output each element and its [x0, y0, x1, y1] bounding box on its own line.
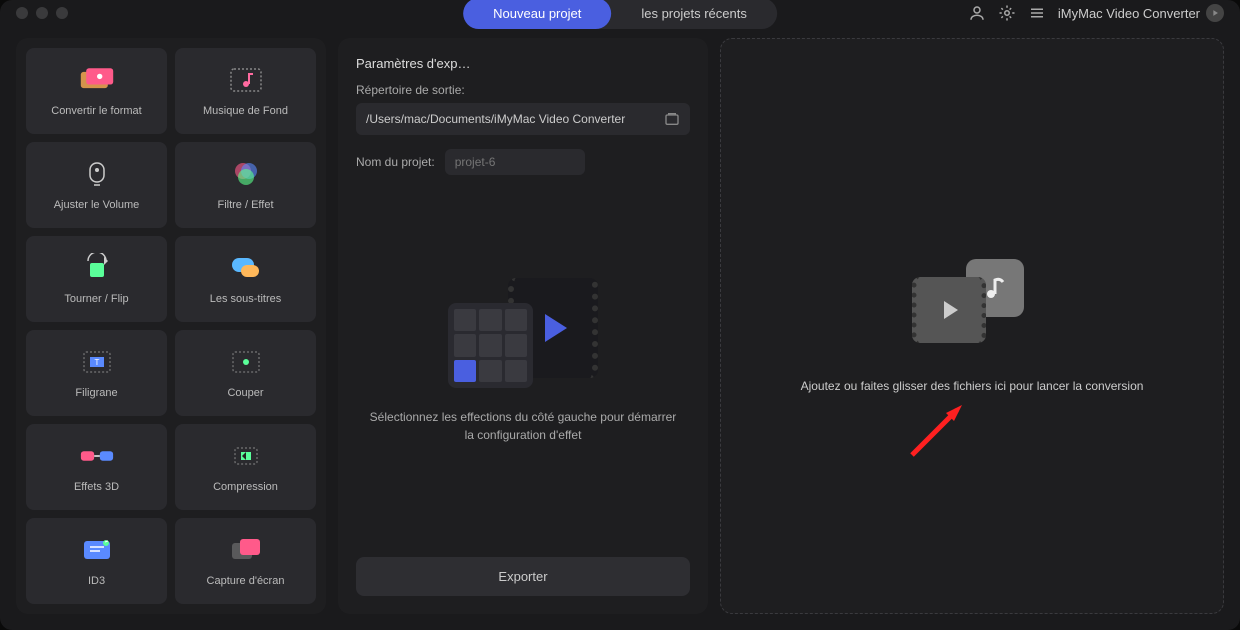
menu-icon[interactable] — [1028, 4, 1046, 22]
tool-screenshot[interactable]: Capture d'écran — [175, 518, 316, 604]
minimize-window-icon[interactable] — [36, 7, 48, 19]
annotation-arrow-icon — [902, 395, 972, 465]
tab-recent-projects[interactable]: les projets récents — [611, 0, 777, 29]
app-window: Nouveau projet les projets récents iMyMa… — [0, 0, 1240, 630]
tool-filter-effect[interactable]: Filtre / Effet — [175, 142, 316, 228]
tool-compression[interactable]: Compression — [175, 424, 316, 510]
export-button[interactable]: Exporter — [356, 557, 690, 596]
project-tabs: Nouveau projet les projets récents — [463, 0, 777, 29]
traffic-lights — [16, 7, 68, 19]
tab-new-project[interactable]: Nouveau projet — [463, 0, 611, 29]
tool-id3[interactable]: ID3 — [26, 518, 167, 604]
output-dir-value: /Users/mac/Documents/iMyMac Video Conver… — [366, 112, 656, 126]
titlebar: Nouveau projet les projets récents iMyMa… — [0, 0, 1240, 26]
output-dir-label: Répertoire de sortie: — [356, 83, 690, 97]
subtitles-icon — [228, 253, 264, 283]
project-name-input[interactable] — [445, 149, 585, 175]
maximize-window-icon[interactable] — [56, 7, 68, 19]
svg-text:T: T — [94, 358, 99, 367]
tool-label: Filtre / Effet — [217, 199, 273, 211]
app-title: iMyMac Video Converter — [1058, 4, 1224, 22]
app-logo-icon — [1206, 4, 1224, 22]
export-panel: Paramètres d'exp… Répertoire de sortie: … — [338, 38, 708, 614]
tool-label: ID3 — [88, 575, 105, 587]
tool-convert-format[interactable]: Convertir le format — [26, 48, 167, 134]
tool-label: Ajuster le Volume — [54, 199, 140, 211]
drop-zone-icon — [912, 259, 1032, 349]
watermark-icon: T — [79, 347, 115, 377]
titlebar-actions: iMyMac Video Converter — [968, 4, 1224, 22]
music-icon — [228, 65, 264, 95]
filter-icon — [228, 159, 264, 189]
tool-adjust-volume[interactable]: Ajuster le Volume — [26, 142, 167, 228]
tool-cut[interactable]: Couper — [175, 330, 316, 416]
effect-placeholder: Sélectionnez les effections du côté gauc… — [356, 175, 690, 547]
convert-format-icon — [79, 65, 115, 95]
tool-label: Convertir le format — [51, 105, 141, 117]
tool-label: Couper — [227, 387, 263, 399]
tool-label: Capture d'écran — [207, 575, 285, 587]
tools-sidebar: Convertir le format Musique de Fond Ajus… — [16, 38, 326, 614]
project-name-label: Nom du projet: — [356, 155, 435, 169]
3d-glasses-icon — [79, 441, 115, 471]
output-dir-field[interactable]: /Users/mac/Documents/iMyMac Video Conver… — [356, 103, 690, 135]
tool-3d-effects[interactable]: Effets 3D — [26, 424, 167, 510]
tool-label: Filigrane — [75, 387, 117, 399]
tool-background-music[interactable]: Musique de Fond — [175, 48, 316, 134]
tool-watermark[interactable]: T Filigrane — [26, 330, 167, 416]
app-name-label: iMyMac Video Converter — [1058, 6, 1200, 21]
screenshot-icon — [228, 535, 264, 565]
export-settings-title: Paramètres d'exp… — [356, 56, 690, 71]
user-icon[interactable] — [968, 4, 986, 22]
tool-rotate-flip[interactable]: Tourner / Flip — [26, 236, 167, 322]
drop-zone[interactable]: Ajoutez ou faites glisser des fichiers i… — [720, 38, 1224, 614]
drop-zone-hint: Ajoutez ou faites glisser des fichiers i… — [781, 379, 1164, 393]
tool-label: Les sous-titres — [210, 293, 282, 305]
tool-label: Effets 3D — [74, 481, 119, 493]
volume-icon — [79, 159, 115, 189]
id3-tag-icon — [79, 535, 115, 565]
effect-graphic-icon — [448, 278, 598, 388]
tool-label: Musique de Fond — [203, 105, 288, 117]
effect-hint-text: Sélectionnez les effections du côté gauc… — [356, 408, 690, 444]
compression-icon — [228, 441, 264, 471]
main-content: Convertir le format Musique de Fond Ajus… — [0, 26, 1240, 630]
tool-label: Compression — [213, 481, 278, 493]
rotate-icon — [79, 253, 115, 283]
cut-icon — [228, 347, 264, 377]
tool-label: Tourner / Flip — [64, 293, 128, 305]
settings-icon[interactable] — [998, 4, 1016, 22]
tool-subtitles[interactable]: Les sous-titres — [175, 236, 316, 322]
browse-folder-icon[interactable] — [664, 111, 680, 127]
close-window-icon[interactable] — [16, 7, 28, 19]
